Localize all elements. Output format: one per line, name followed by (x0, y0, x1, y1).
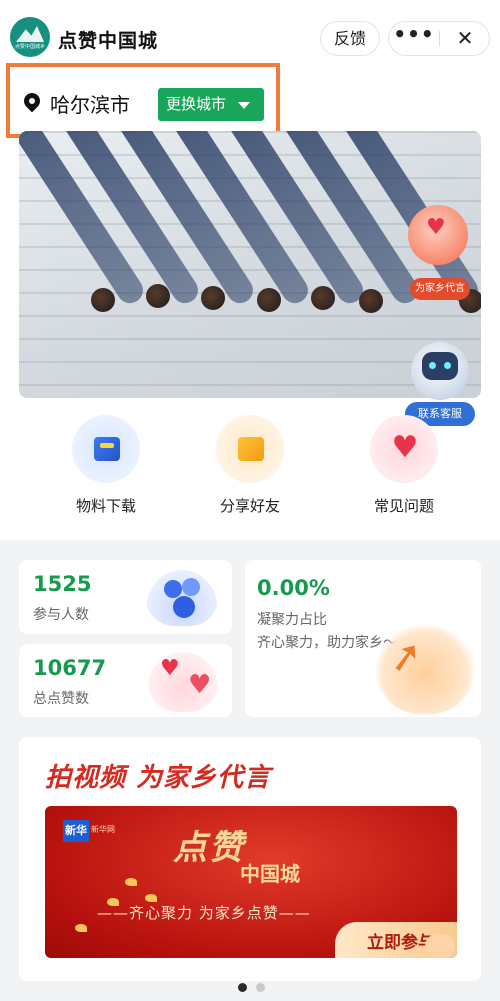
action-share-friends[interactable]: 分享好友 (195, 415, 305, 525)
change-city-label: 更换城市 (166, 95, 227, 113)
action-label: 物料下载 (75, 497, 136, 515)
hometown-badge[interactable]: ♥ (408, 205, 468, 265)
hand-heart-icon: ♥ ♥ (148, 652, 218, 712)
likes-label: 总点赞数 (33, 691, 89, 707)
action-icon-bg (216, 415, 284, 483)
likes-value: 10677 (33, 656, 107, 680)
banner-person (91, 288, 115, 312)
app-header: 点赞中国城乡 点赞中国城 反馈 ••• ✕ (0, 0, 500, 72)
miniprogram-capsule: ••• ✕ (388, 21, 490, 56)
heart-icon: ♥ (391, 430, 419, 465)
logo-text: 点赞中国城乡 (14, 44, 45, 50)
participants-value: 1525 (33, 572, 92, 596)
banner-image[interactable] (19, 131, 481, 398)
feedback-button[interactable]: 反馈 (320, 21, 380, 56)
more-options-icon[interactable]: ••• (389, 22, 439, 55)
heart-icon: ♥ (188, 670, 212, 700)
location-pin-icon (20, 89, 44, 113)
cohesion-label: 凝聚力占比 (257, 612, 327, 628)
action-materials-download[interactable]: 物料下载 (51, 415, 161, 525)
cohesion-card: 0.00% 凝聚力占比 齐心聚力，助力家乡～ ➚ (245, 560, 481, 717)
promo-title: 拍视频 为家乡代言 (45, 763, 272, 793)
promo-calligraphy: 点赞 (173, 828, 245, 868)
app-title: 点赞中国城 (58, 30, 159, 52)
person-icon (182, 578, 200, 596)
publisher-logo: 新华 (63, 820, 89, 842)
mountain-icon (16, 26, 44, 42)
change-city-button[interactable]: 更换城市 (158, 88, 264, 121)
robot-icon (422, 352, 458, 380)
action-label: 分享好友 (219, 497, 280, 515)
pager-dot-active[interactable] (238, 983, 247, 992)
heart-icon: ♥ (160, 656, 180, 681)
banner-person (257, 288, 281, 312)
banner-person (201, 286, 225, 310)
capsule-divider (439, 31, 440, 47)
likes-card: 10677 总点赞数 ♥ ♥ (19, 644, 232, 717)
person-icon (173, 596, 195, 618)
action-faq[interactable]: ♥ 常见问题 (349, 415, 459, 525)
robot-eye (429, 362, 436, 369)
arrow-icon: ➚ (385, 631, 427, 683)
people-group-icon (146, 570, 218, 626)
current-city: 哈尔滨市 (50, 93, 130, 117)
cohesion-value: 0.00% (257, 576, 330, 600)
participants-card: 1525 参与人数 (19, 560, 232, 634)
banner-person (359, 289, 383, 313)
promo-tagline: ——齐心聚力 为家乡点赞—— (97, 904, 311, 922)
folder-download-icon (94, 437, 120, 461)
finger-heart-icon: ♥ (426, 215, 446, 240)
bird-icon (145, 894, 157, 902)
hometown-badge-label[interactable]: 为家乡代言 (410, 278, 470, 300)
promo-banner[interactable]: 新华 新华网 点赞 中国城 ——齐心聚力 为家乡点赞—— 立即参与 (45, 806, 457, 958)
person-icon (164, 580, 182, 598)
city-selector: 哈尔滨市 更换城市 (6, 63, 280, 138)
bird-icon (75, 924, 87, 932)
publisher-name: 新华网 (91, 825, 115, 834)
participants-label: 参与人数 (33, 607, 89, 623)
share-folder-icon (238, 437, 264, 461)
pointing-hand-icon (425, 934, 455, 958)
robot-eye (444, 362, 451, 369)
trend-arrow-icon: ➚ (375, 624, 475, 714)
promo-calligraphy-sub: 中国城 (240, 862, 300, 886)
cohesion-slogan: 齐心聚力，助力家乡～ (257, 635, 397, 651)
banner-person (311, 286, 335, 310)
banner-person (146, 284, 170, 308)
action-label: 常见问题 (373, 497, 434, 515)
bird-icon (125, 878, 137, 886)
customer-service-robot[interactable] (411, 342, 469, 400)
action-icon-bg (72, 415, 140, 483)
action-icon-bg: ♥ (370, 415, 438, 483)
caret-down-icon (238, 102, 250, 109)
close-icon[interactable]: ✕ (441, 22, 489, 55)
app-logo: 点赞中国城乡 (10, 17, 50, 57)
pager-dot[interactable] (256, 983, 265, 992)
promo-section: 拍视频 为家乡代言 新华 新华网 点赞 中国城 ——齐心聚力 为家乡点赞—— 立… (19, 737, 481, 981)
